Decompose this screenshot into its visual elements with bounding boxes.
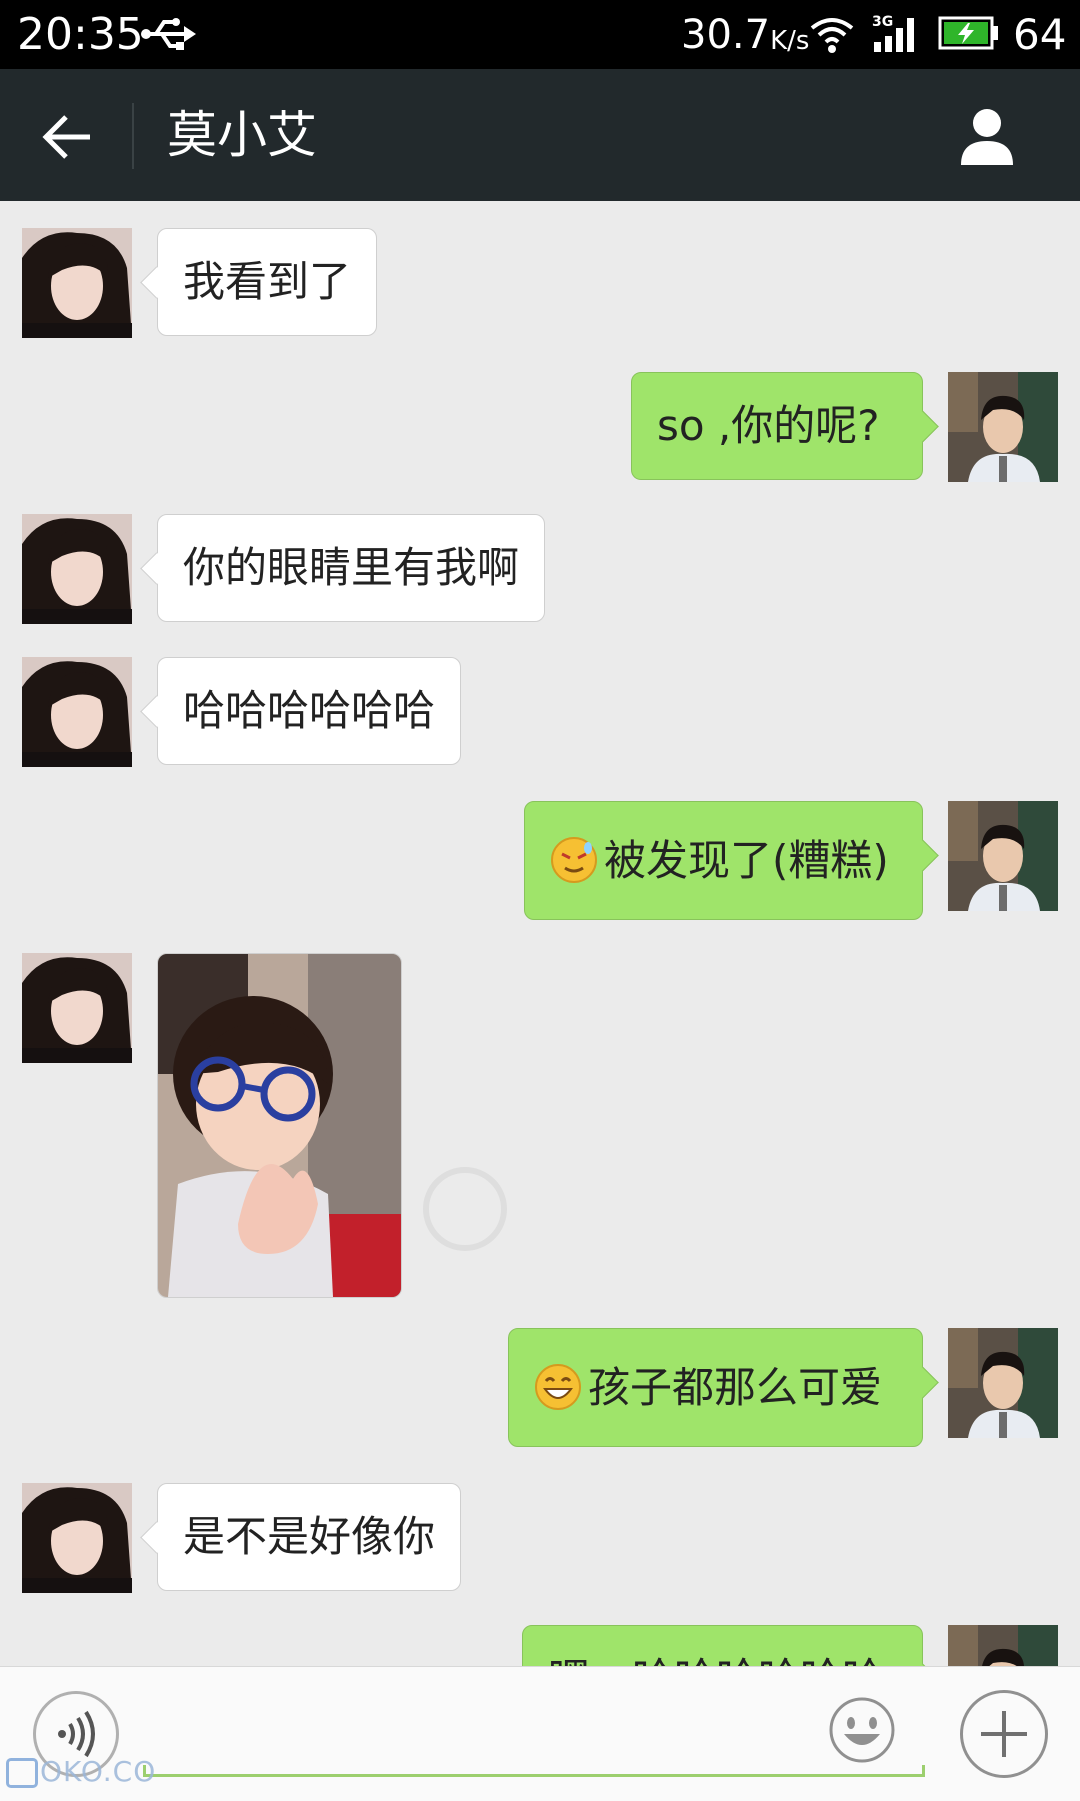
input-underline (143, 1765, 925, 1777)
network-speed-unit: K/s (770, 26, 810, 56)
my-avatar[interactable] (948, 372, 1058, 482)
message-text: 你的眼睛里有我啊 (183, 543, 520, 592)
watermark: OKO.CO (6, 1755, 156, 1788)
back-arrow-icon[interactable] (36, 105, 100, 169)
incoming-message[interactable]: 是不是好像你 (157, 1483, 462, 1591)
network-speed: 30.7K/s (681, 10, 809, 60)
outgoing-message[interactable]: 嘿，哈哈哈哈哈哈 (522, 1625, 923, 1666)
network-type-label: 3G (872, 14, 893, 30)
signal-icon: 3G (872, 14, 914, 52)
watermark-text: OKO.CO (40, 1755, 157, 1788)
message-text: 被发现了(糟糕) (604, 836, 889, 885)
contact-avatar[interactable] (22, 228, 132, 338)
contact-avatar[interactable] (22, 514, 132, 624)
message-text: so ,你的呢? (657, 401, 880, 450)
message-text: 我看到了 (183, 257, 352, 306)
contact-avatar[interactable] (22, 953, 132, 1063)
watermark-logo-icon (6, 1758, 38, 1788)
my-avatar[interactable] (948, 1625, 1058, 1666)
message-text-input[interactable] (143, 1685, 929, 1779)
outgoing-message[interactable]: 孩子都那么可爱 (508, 1328, 923, 1447)
child-photo-message[interactable] (157, 953, 402, 1298)
emoji-picker-icon[interactable] (828, 1696, 896, 1764)
message-text: 哈哈哈哈哈哈 (183, 686, 436, 735)
wifi-icon (810, 18, 854, 53)
battery-level: 64 (1013, 10, 1067, 59)
contact-profile-icon[interactable] (955, 105, 1019, 169)
incoming-message[interactable]: 我看到了 (157, 228, 378, 336)
header-divider (132, 103, 134, 169)
outgoing-message[interactable]: 被发现了(糟糕) (524, 801, 923, 920)
status-bar: 20:35 30.7K/s 3G 64 (0, 0, 1080, 69)
chat-header: 莫小艾 (0, 69, 1080, 201)
sweat-smile-emoji-icon (551, 836, 597, 883)
loading-spinner (423, 1167, 507, 1251)
chat-message-list[interactable]: 我看到了 so ,你的呢? 你的眼睛里有我啊 哈哈哈哈哈哈 被发现了(糟糕) 孩… (0, 201, 1080, 1666)
incoming-message[interactable]: 你的眼睛里有我啊 (157, 514, 546, 622)
message-text: 嘿，哈哈哈哈哈哈 (548, 1654, 884, 1666)
network-speed-value: 30.7 (681, 12, 771, 58)
message-text: 孩子都那么可爱 (588, 1363, 883, 1412)
plus-icon (981, 1711, 1027, 1757)
contact-avatar[interactable] (22, 1483, 132, 1593)
my-avatar[interactable] (948, 801, 1058, 911)
battery-icon (938, 16, 998, 50)
message-text: 是不是好像你 (183, 1512, 436, 1561)
message-input-bar (0, 1666, 1080, 1801)
contact-avatar[interactable] (22, 657, 132, 767)
grin-emoji-icon (535, 1363, 581, 1410)
status-time: 20:35 (17, 9, 144, 60)
usb-icon (141, 18, 196, 50)
my-avatar[interactable] (948, 1328, 1058, 1438)
outgoing-message[interactable]: so ,你的呢? (631, 372, 923, 480)
incoming-message[interactable]: 哈哈哈哈哈哈 (157, 657, 462, 765)
chat-title: 莫小艾 (167, 106, 317, 164)
more-options-button[interactable] (960, 1690, 1048, 1778)
